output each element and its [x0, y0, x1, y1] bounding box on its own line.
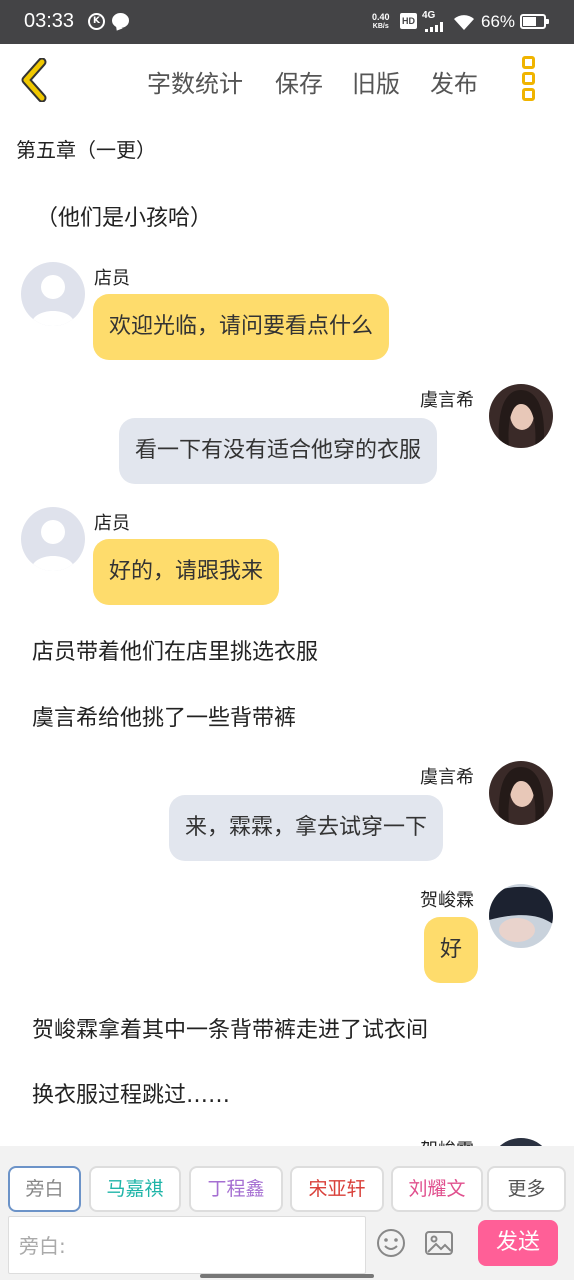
character-avatar	[489, 884, 553, 948]
narration[interactable]: 换衣服过程跳过……	[32, 1077, 230, 1109]
status-bar: 03:33 K 0.40 KB/s HD 4G 66%	[0, 0, 574, 44]
narration[interactable]: （他们是小孩哈）	[36, 200, 212, 232]
more-characters-button[interactable]: 更多	[487, 1166, 566, 1212]
portrait-image	[489, 384, 553, 448]
message-bubble[interactable]: 来，霖霖，拿去试穿一下	[169, 795, 444, 861]
clerk-avatar	[21, 507, 85, 571]
save-button[interactable]: 保存	[275, 64, 323, 99]
person-icon	[31, 520, 75, 571]
k-icon: K	[88, 13, 105, 30]
input-panel: 旁白 马嘉祺 丁程鑫 宋亚轩 刘耀文 更多 旁白: 发送	[0, 1146, 574, 1280]
character-button-narrator[interactable]: 旁白	[8, 1166, 81, 1212]
word-count-button[interactable]: 字数统计	[147, 64, 243, 99]
narration[interactable]: 贺峻霖拿着其中一条背带裤走进了试衣间	[32, 1012, 428, 1044]
signal-icon	[425, 22, 447, 32]
send-button[interactable]: 发送	[478, 1220, 558, 1266]
character-button[interactable]: 刘耀文	[391, 1166, 483, 1212]
character-avatar	[489, 384, 553, 448]
status-time: 03:33	[24, 10, 75, 32]
sender-name: 店员	[94, 268, 130, 289]
net-speed: 0.40 KB/s	[372, 12, 390, 30]
character-button[interactable]: 宋亚轩	[290, 1166, 384, 1212]
character-avatar	[489, 761, 553, 825]
narration[interactable]: 虞言希给他挑了一些背带裤	[32, 700, 296, 732]
character-button[interactable]: 丁程鑫	[189, 1166, 283, 1212]
hd-icon: HD	[400, 13, 417, 29]
chapter-title: 第五章（一更）	[16, 138, 156, 162]
network-type: 4G	[422, 10, 436, 21]
portrait-image	[489, 884, 553, 948]
image-icon[interactable]	[424, 1228, 454, 1258]
sender-name: 虞言希	[420, 767, 474, 788]
message-bubble[interactable]: 好的，请跟我来	[93, 539, 280, 605]
sender-name: 店员	[94, 513, 130, 534]
message-bubble[interactable]: 好	[424, 917, 479, 983]
chevron-left-icon[interactable]	[16, 58, 60, 102]
person-icon	[31, 275, 75, 326]
character-button[interactable]: 马嘉祺	[89, 1166, 181, 1212]
editor-toolbar: 字数统计 保存 旧版 发布	[0, 44, 574, 116]
message-bubble[interactable]: 看一下有没有适合他穿的衣服	[119, 418, 438, 484]
home-indicator[interactable]	[200, 1274, 374, 1278]
battery-fill	[523, 17, 536, 26]
old-version-button[interactable]: 旧版	[352, 64, 400, 99]
portrait-image	[489, 761, 553, 825]
emoji-icon[interactable]	[376, 1228, 406, 1258]
message-bubble[interactable]: 欢迎光临，请问要看点什么	[93, 294, 390, 360]
wifi-icon	[454, 15, 474, 30]
more-vertical-icon[interactable]	[516, 56, 540, 102]
publish-button[interactable]: 发布	[430, 64, 478, 99]
narration[interactable]: 店员带着他们在店里挑选衣服	[32, 634, 318, 666]
battery-icon	[520, 14, 549, 29]
clerk-avatar	[21, 262, 85, 326]
battery-percent: 66%	[481, 12, 516, 31]
message-input[interactable]: 旁白:	[8, 1216, 366, 1274]
sender-name: 虞言希	[420, 390, 474, 411]
sender-name: 贺峻霖	[420, 890, 474, 911]
message-icon	[112, 13, 129, 28]
